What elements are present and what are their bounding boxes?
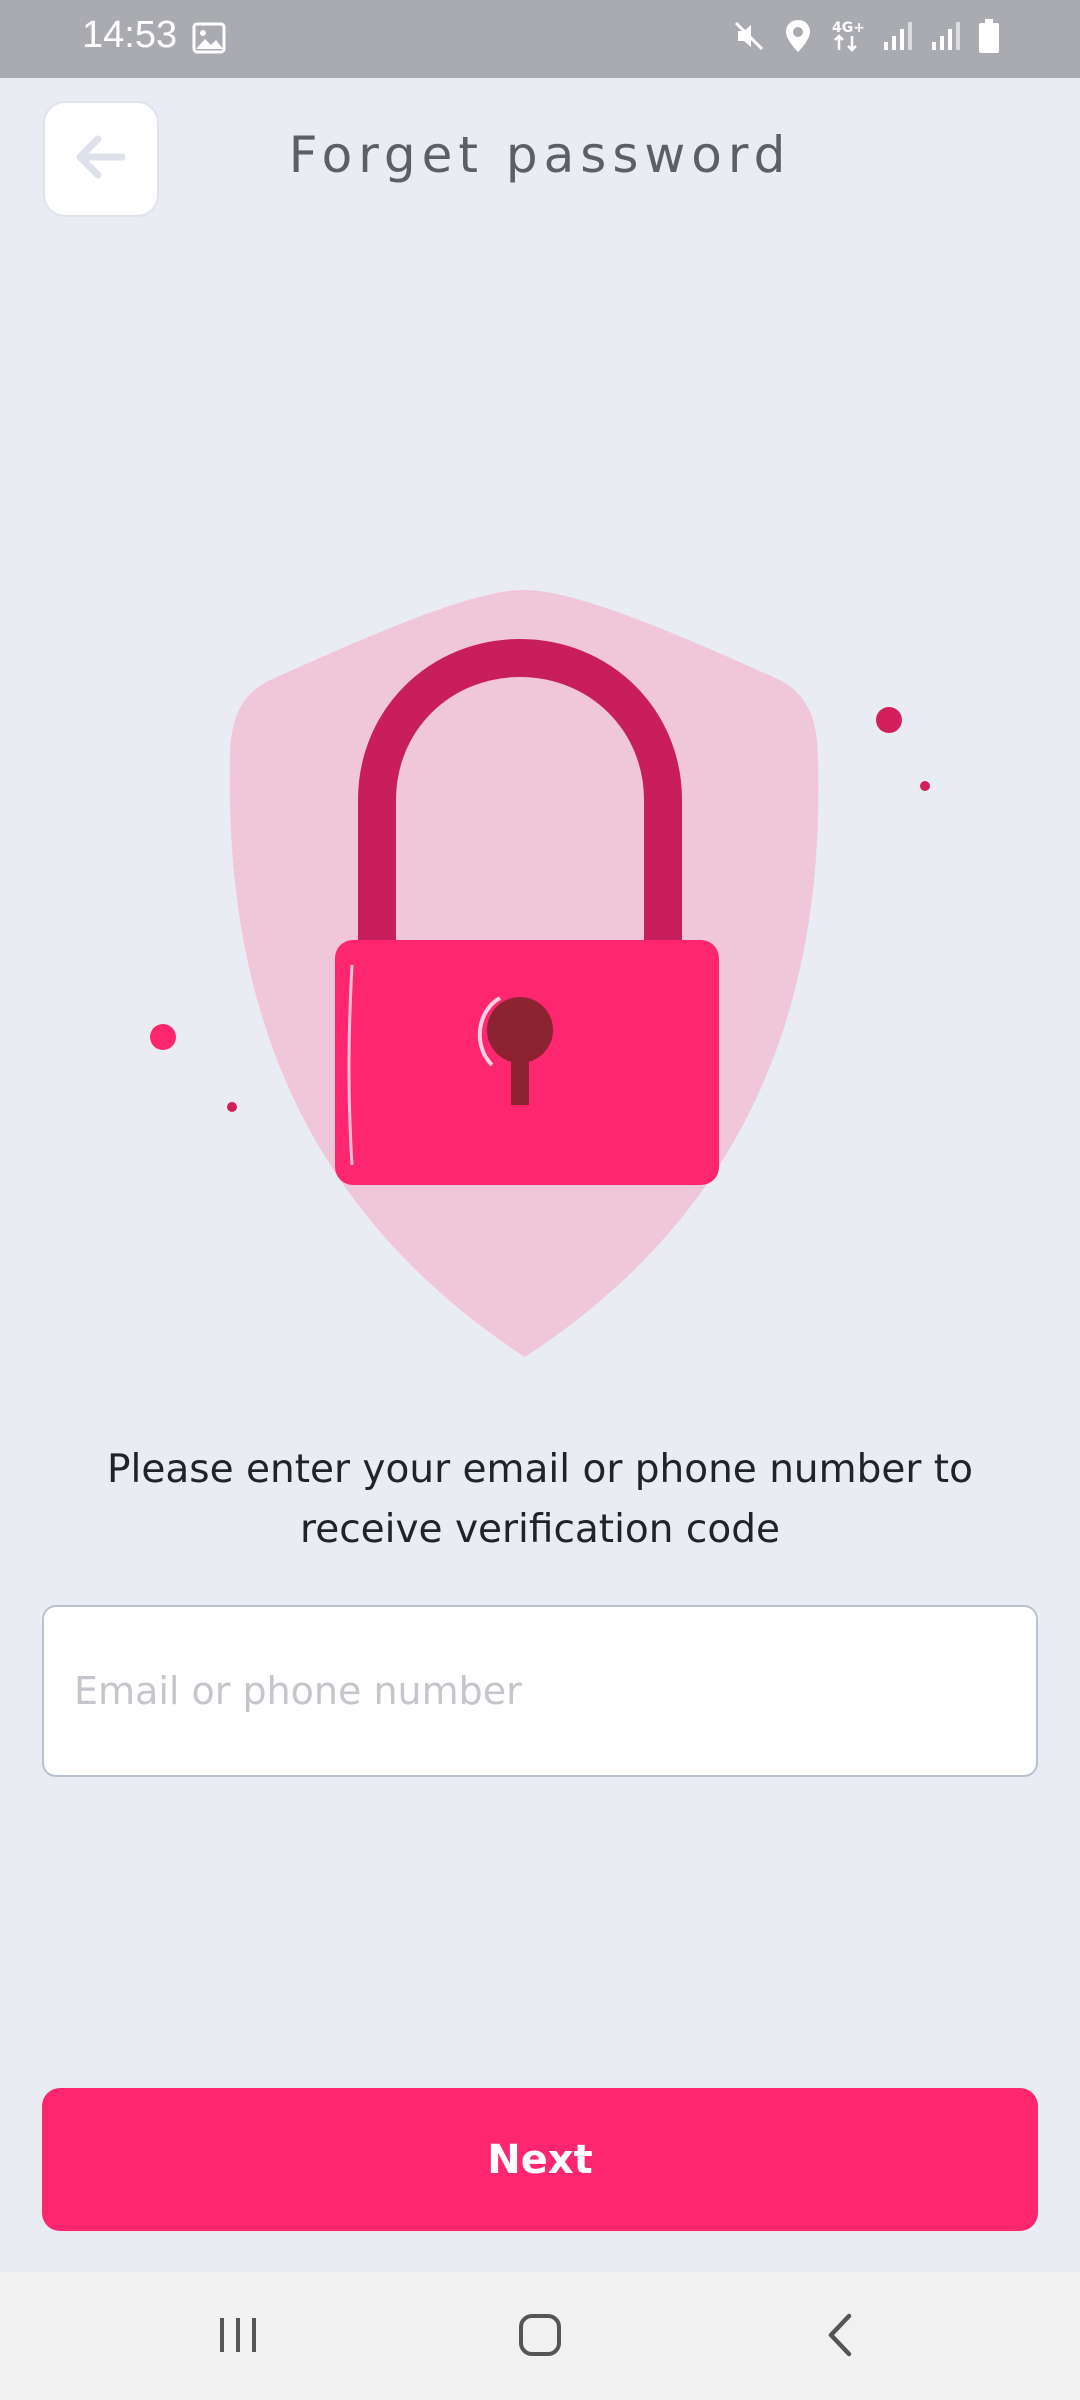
svg-text:4G+: 4G+ [832,20,864,36]
navigation-bar [0,2272,1080,2400]
shield-lock-illustration [0,560,1080,1360]
home-icon[interactable] [517,2312,563,2362]
gallery-icon [192,22,226,58]
instruction-line-2: receive verification code [300,1507,780,1552]
status-time: 14:53 [82,14,178,56]
email-or-phone-input[interactable] [42,1605,1038,1777]
recent-apps-icon[interactable] [216,2312,260,2362]
battery-icon [978,18,1000,58]
mute-icon [732,19,766,57]
location-icon [784,18,812,58]
status-bar: 14:53 4G+ [0,0,1080,78]
page-title: Forget password [288,126,792,184]
back-icon[interactable] [823,2312,857,2362]
status-icons: 4G+ [732,18,1000,58]
instruction-text: Please enter your email or phone number … [60,1440,1020,1560]
signal-icon [930,20,960,56]
instruction-line-1: Please enter your email or phone number … [107,1447,973,1492]
4g-data-icon: 4G+ [830,18,865,58]
signal-icon [882,20,912,56]
next-button[interactable]: Next [42,2088,1038,2231]
